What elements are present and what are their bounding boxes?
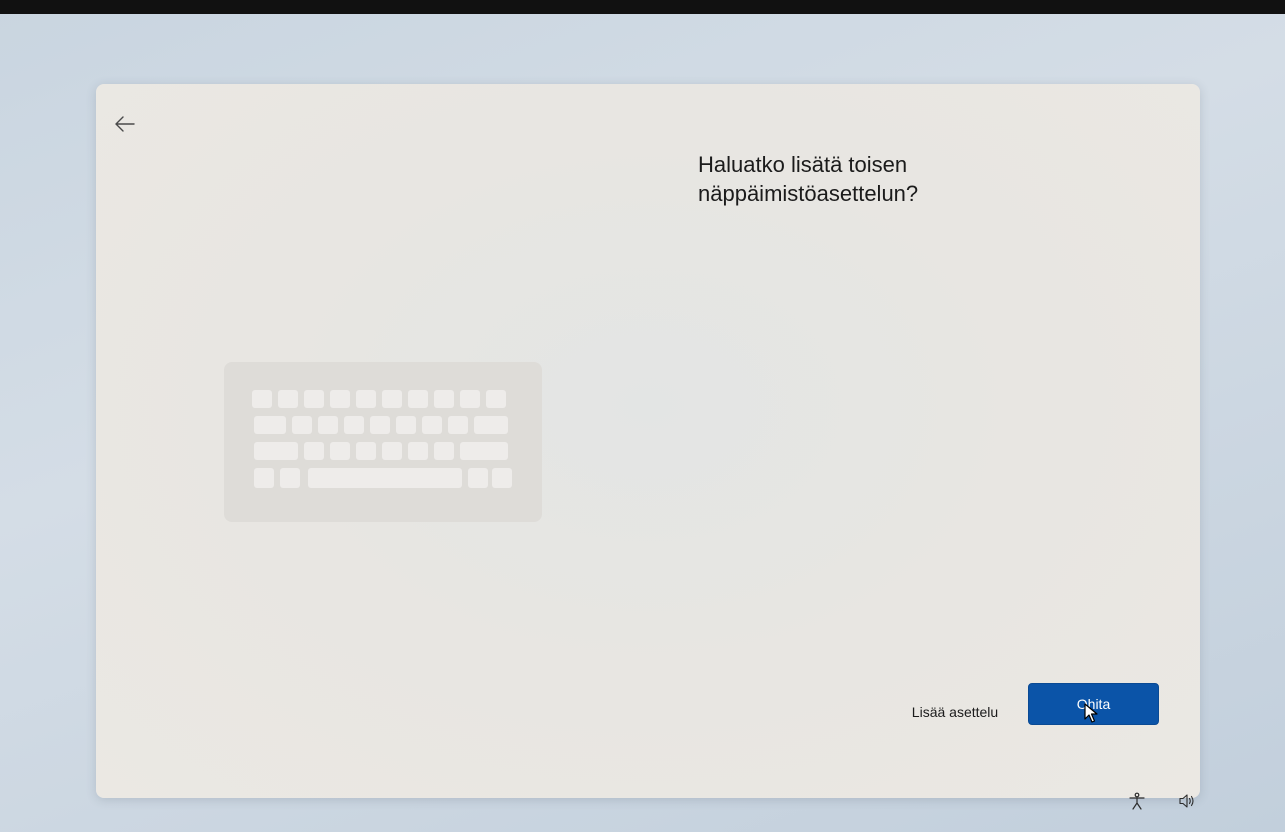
keyboard-key — [330, 390, 350, 408]
back-button[interactable] — [112, 111, 138, 137]
keyboard-key — [370, 416, 390, 434]
keyboard-key — [460, 390, 480, 408]
keyboard-key — [408, 442, 428, 460]
page-title-line-1: Haluatko lisätä toisen — [698, 152, 908, 177]
keyboard-key — [474, 416, 508, 434]
keyboard-spacebar — [308, 468, 462, 488]
page-title: Haluatko lisätä toisen näppäimistöasette… — [698, 150, 1138, 208]
volume-button[interactable] — [1176, 790, 1198, 812]
keyboard-key — [492, 468, 512, 488]
arrow-left-icon — [115, 116, 135, 132]
keyboard-key — [486, 390, 506, 408]
keyboard-key — [330, 442, 350, 460]
keyboard-key — [304, 442, 324, 460]
oobe-screen: Haluatko lisätä toisen näppäimistöasette… — [0, 0, 1285, 832]
accessibility-icon — [1129, 792, 1145, 810]
keyboard-key — [344, 416, 364, 434]
add-layout-button[interactable]: Lisää asettelu — [896, 694, 1014, 730]
keyboard-key — [448, 416, 468, 434]
mouse-cursor-icon — [1084, 703, 1098, 723]
keyboard-key — [422, 416, 442, 434]
keyboard-key — [356, 442, 376, 460]
keyboard-key — [382, 390, 402, 408]
keyboard-key — [468, 468, 488, 488]
volume-icon — [1179, 794, 1194, 808]
keyboard-key — [318, 416, 338, 434]
keyboard-key — [280, 468, 300, 488]
keyboard-key — [278, 390, 298, 408]
keyboard-key — [252, 390, 272, 408]
keyboard-key — [460, 442, 508, 460]
keyboard-key — [304, 390, 324, 408]
keyboard-key — [254, 468, 274, 488]
keyboard-key — [254, 416, 286, 434]
keyboard-illustration — [224, 362, 542, 522]
keyboard-key — [434, 442, 454, 460]
accessibility-button[interactable] — [1126, 790, 1148, 812]
keyboard-key — [356, 390, 376, 408]
keyboard-key — [434, 390, 454, 408]
keyboard-key — [408, 390, 428, 408]
page-title-line-2: näppäimistöasettelun? — [698, 181, 919, 206]
keyboard-key — [382, 442, 402, 460]
monitor-bezel — [0, 0, 1285, 14]
keyboard-key — [292, 416, 312, 434]
keyboard-key — [396, 416, 416, 434]
keyboard-key — [254, 442, 298, 460]
